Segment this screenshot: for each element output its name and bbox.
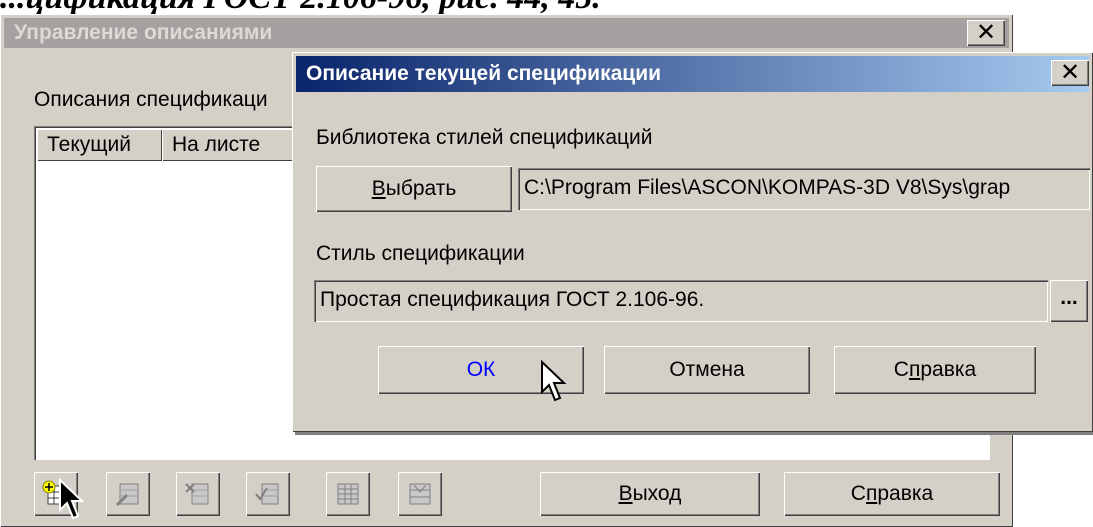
table-button[interactable] xyxy=(326,472,370,516)
sheet-icon xyxy=(409,483,431,505)
delete-description-button[interactable] xyxy=(176,472,220,516)
column-header-on-sheet[interactable]: На листе xyxy=(162,129,302,161)
outer-close-button[interactable]: ✕ xyxy=(967,20,1005,46)
edit-spec-icon xyxy=(116,483,139,506)
outer-help-button[interactable]: Справка xyxy=(784,472,1000,516)
delete-spec-icon xyxy=(185,483,209,505)
mouse-cursor-icon xyxy=(541,360,567,402)
library-label: Библиотека стилей спецификаций xyxy=(316,126,653,149)
column-header-current[interactable]: Текущий xyxy=(37,129,162,161)
browse-style-button[interactable]: ... xyxy=(1050,280,1088,322)
library-path-field[interactable]: C:\Program Files\ASCON\KOMPAS-3D V8\Sys\… xyxy=(518,168,1090,210)
cancel-button[interactable]: Отмена xyxy=(604,346,810,394)
style-field[interactable]: Простая спецификация ГОСТ 2.106-96. xyxy=(314,280,1048,322)
inner-help-button[interactable]: Справка xyxy=(834,346,1036,394)
table-icon xyxy=(337,483,359,505)
check-spec-icon xyxy=(255,483,279,505)
current-spec-description-dialog: Описание текущей спецификации ✕ Библиоте… xyxy=(292,52,1093,432)
descriptions-label: Описания спецификаци xyxy=(34,88,268,111)
close-icon: ✕ xyxy=(1059,59,1081,86)
close-icon: ✕ xyxy=(975,19,997,46)
sheet-button[interactable] xyxy=(398,472,442,516)
edit-description-button[interactable] xyxy=(106,472,150,516)
inner-dialog-title: Описание текущей спецификации xyxy=(296,56,1089,92)
check-description-button[interactable] xyxy=(246,472,290,516)
mouse-cursor-icon xyxy=(59,478,85,520)
inner-close-button[interactable]: ✕ xyxy=(1051,60,1089,86)
style-label: Стиль спецификации xyxy=(316,242,525,265)
exit-button[interactable]: Выход xyxy=(540,472,760,516)
outer-dialog-title: Управление описаниями xyxy=(4,18,1009,48)
choose-library-button[interactable]: Выбрать xyxy=(316,166,512,212)
